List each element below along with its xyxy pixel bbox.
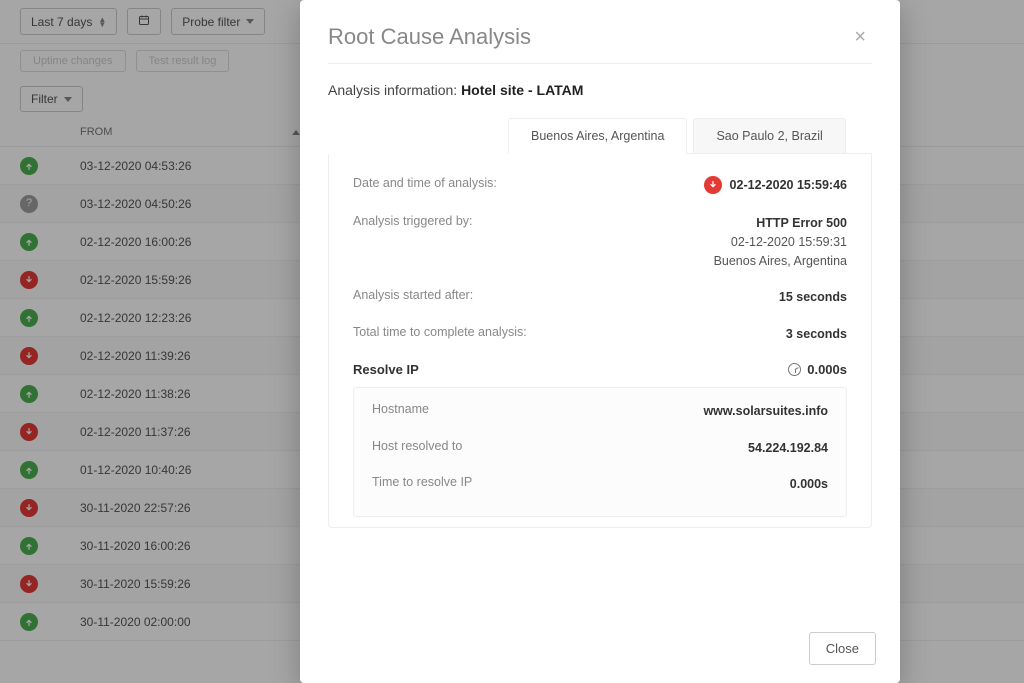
probe-tabs: Buenos Aires, Argentina Sao Paulo 2, Bra… xyxy=(508,118,872,154)
close-icon[interactable]: × xyxy=(848,24,872,51)
kv-hostname: Hostname www.solarsuites.info xyxy=(372,402,828,421)
kv-ip-label: Host resolved to xyxy=(372,439,462,453)
close-button[interactable]: Close xyxy=(809,632,876,665)
modal-body[interactable]: Analysis information: Hotel site - LATAM… xyxy=(300,64,892,618)
modal-title: Root Cause Analysis xyxy=(328,24,531,50)
kv-trigger: Analysis triggered by: HTTP Error 500 02… xyxy=(353,214,847,270)
kv-trigger-label: Analysis triggered by: xyxy=(353,214,473,228)
kv-hostname-value: www.solarsuites.info xyxy=(703,402,828,421)
tab-sao-paulo[interactable]: Sao Paulo 2, Brazil xyxy=(693,118,845,154)
kv-total-label: Total time to complete analysis: xyxy=(353,325,527,339)
kv-resolve-time-value: 0.000s xyxy=(790,475,828,494)
kv-started: Analysis started after: 15 seconds xyxy=(353,288,847,307)
kv-started-label: Analysis started after: xyxy=(353,288,473,302)
down-arrow-icon xyxy=(704,176,722,194)
kv-trigger-sub1: 02-12-2020 15:59:31 xyxy=(714,233,847,252)
kv-resolve-time-label: Time to resolve IP xyxy=(372,475,472,489)
analysis-info: Analysis information: Hotel site - LATAM xyxy=(328,82,872,98)
kv-total-value: 3 seconds xyxy=(786,325,847,344)
kv-trigger-main: HTTP Error 500 xyxy=(756,216,847,230)
kv-datetime: Date and time of analysis: 02-12-2020 15… xyxy=(353,176,847,196)
kv-hostname-label: Hostname xyxy=(372,402,429,416)
resolve-ip-title: Resolve IP xyxy=(353,362,419,377)
resolve-ip-panel: Hostname www.solarsuites.info Host resol… xyxy=(353,387,847,517)
modal-footer: Close xyxy=(300,618,900,683)
kv-datetime-value: 02-12-2020 15:59:46 xyxy=(730,176,847,195)
analysis-panel: Date and time of analysis: 02-12-2020 15… xyxy=(328,154,872,528)
kv-resolve-time: Time to resolve IP 0.000s xyxy=(372,475,828,494)
clock-icon xyxy=(788,363,801,376)
kv-ip-value: 54.224.192.84 xyxy=(748,439,828,458)
kv-total: Total time to complete analysis: 3 secon… xyxy=(353,325,847,344)
modal-header: Root Cause Analysis × xyxy=(300,0,900,63)
target-name: Hotel site - LATAM xyxy=(461,82,583,98)
root-cause-modal: Root Cause Analysis × Analysis informati… xyxy=(300,0,900,683)
kv-datetime-label: Date and time of analysis: xyxy=(353,176,497,190)
kv-trigger-sub2: Buenos Aires, Argentina xyxy=(714,252,847,271)
kv-ip: Host resolved to 54.224.192.84 xyxy=(372,439,828,458)
resolve-ip-head: Resolve IP 0.000s xyxy=(353,362,847,377)
kv-started-value: 15 seconds xyxy=(779,288,847,307)
resolve-ip-timer: 0.000s xyxy=(807,362,847,377)
tab-buenos-aires[interactable]: Buenos Aires, Argentina xyxy=(508,118,687,154)
info-label: Analysis information: xyxy=(328,82,461,98)
